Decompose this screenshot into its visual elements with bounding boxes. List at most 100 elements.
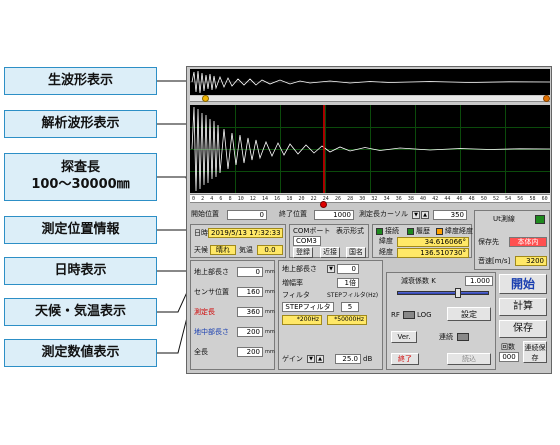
- attenuation-slider-track[interactable]: [397, 291, 489, 295]
- measurement-label: 全長: [194, 348, 208, 356]
- analysis-waveform-plot: [190, 105, 550, 193]
- ruler-tick: 46: [456, 195, 463, 202]
- high-freq-field[interactable]: *50000Hz: [327, 315, 367, 325]
- callout-raw-waveform: 生波形表示: [4, 67, 157, 95]
- ruler-tick: 4: [210, 195, 214, 202]
- latitude-label: 緯度: [379, 237, 393, 245]
- raw-ruler-right-marker[interactable]: [543, 95, 550, 102]
- ruler-tick: 28: [347, 195, 354, 202]
- ruler-tick: 10: [237, 195, 244, 202]
- version-button[interactable]: Ver.: [391, 331, 417, 343]
- datetime-label: 日時: [194, 229, 208, 237]
- sound-speed-field[interactable]: 3200: [515, 256, 547, 266]
- position-info-panel: 接続 履歴 緯度経度 緯度 34.616066° 経度 136.510730°: [372, 224, 473, 258]
- ruler-tick: 32: [371, 195, 378, 202]
- parameter-panel: 地上部長さ ▼ 0 増幅率 1倍 フィルタ STEPフィルタ(Hz) STEPフ…: [278, 260, 383, 370]
- measurement-row: 全長 200 mm: [193, 346, 275, 360]
- ruler-tick: 26: [334, 195, 341, 202]
- scale-ruler: 0 2 4 6 8 10 12 14 16 18 20 22 24 26 28 …: [190, 194, 550, 203]
- scale-ruler-cursor-marker[interactable]: [320, 201, 327, 208]
- cursor-length-field[interactable]: 350: [433, 210, 467, 220]
- save-destination-label: 保存先: [478, 238, 499, 246]
- filter-select[interactable]: STEPフィルタ: [282, 302, 334, 312]
- callout-exploration-length: 探査長 100～30000㎜: [4, 153, 157, 201]
- raw-waveform-trace: [190, 70, 550, 94]
- gain-db-down-button[interactable]: ▼: [307, 355, 315, 363]
- weather-field[interactable]: 晴れ: [210, 245, 236, 255]
- continuous-toggle[interactable]: [457, 333, 469, 341]
- setting-button[interactable]: 設定: [447, 307, 491, 321]
- ruler-tick: 60: [541, 195, 548, 202]
- gain-select[interactable]: 1倍: [337, 278, 359, 288]
- measurements-panel: 地上部長さ 0 mm センサ位置 160 mm 測定長 360 mm 地中部長さ…: [190, 260, 275, 370]
- save-button[interactable]: 保存: [499, 320, 547, 338]
- save-destination-field[interactable]: 本体内: [509, 237, 547, 247]
- cursor-increment-button[interactable]: ▲: [421, 211, 429, 219]
- cursor-decrement-button[interactable]: ▼: [412, 211, 420, 219]
- country-button[interactable]: 国名: [346, 247, 366, 258]
- callout-analysis-waveform-text: 解析波形表示: [41, 115, 120, 131]
- end-position-field[interactable]: 1000: [314, 210, 354, 220]
- ruler-tick: 0: [192, 195, 196, 202]
- step-value-field[interactable]: 5: [341, 302, 359, 312]
- measurement-row: 地上部長さ 0 mm: [193, 266, 275, 280]
- cursor-length-label: 測定長カーソル: [359, 210, 408, 218]
- gain-db-unit: dB: [363, 355, 373, 363]
- measurement-unit: mm: [265, 269, 275, 275]
- temperature-label: 気温: [239, 246, 253, 254]
- gain-label: 増幅率: [282, 279, 303, 287]
- ruler-tick: 36: [395, 195, 402, 202]
- history-lamp: [407, 228, 414, 235]
- ruler-tick: 12: [249, 195, 256, 202]
- callout-position-info-text: 測定位置情報: [41, 221, 120, 237]
- history-label: 履歴: [416, 227, 430, 235]
- ruler-tick: 40: [420, 195, 427, 202]
- sound-speed-label: 音速[m/s]: [478, 257, 511, 265]
- reading-button[interactable]: 読込: [447, 353, 491, 365]
- ruler-tick: 20: [298, 195, 305, 202]
- datetime-weather-panel: 日時 2019/5/13 17:32:33 天候 晴れ 気温 0.0: [190, 224, 286, 258]
- measurement-value: 200: [237, 327, 263, 337]
- ground-length-field[interactable]: 0: [337, 264, 359, 274]
- measurement-row: センサ位置 160 mm: [193, 286, 275, 300]
- start-position-field[interactable]: 0: [227, 210, 267, 220]
- ground-length-down-button[interactable]: ▼: [327, 265, 335, 273]
- gain-db-label: ゲイン: [282, 355, 303, 363]
- rf-label: RF: [391, 311, 400, 319]
- gain-db-field[interactable]: 25.0: [335, 354, 361, 364]
- raw-waveform-plot: [190, 69, 550, 95]
- ruler-tick: 2: [201, 195, 205, 202]
- attenuation-label: 減衰係数 K: [401, 277, 436, 285]
- attenuation-slider-thumb[interactable]: [455, 288, 461, 298]
- attenuation-field[interactable]: 1.000: [465, 276, 493, 286]
- raw-ruler: [190, 95, 550, 102]
- rf-log-toggle[interactable]: [403, 311, 415, 319]
- end-button[interactable]: 終了: [391, 353, 419, 365]
- temperature-field[interactable]: 0.0: [257, 245, 283, 255]
- ruler-tick: 56: [517, 195, 524, 202]
- datetime-field: 2019/5/13 17:32:33: [208, 228, 283, 238]
- callout-weather-temp-text: 天候・気温表示: [34, 303, 126, 319]
- low-freq-field[interactable]: *200Hz: [282, 315, 322, 325]
- ruler-tick: 38: [407, 195, 414, 202]
- ruler-tick: 42: [432, 195, 439, 202]
- com-port-select[interactable]: COM3: [293, 236, 321, 246]
- approach-button[interactable]: 近接: [320, 247, 340, 258]
- ut-label: Ut測線: [493, 215, 515, 223]
- ruler-tick: 8: [228, 195, 232, 202]
- continuous-save-button[interactable]: 連続保存: [523, 341, 547, 363]
- calculate-button[interactable]: 計算: [499, 298, 547, 316]
- measurement-value: 360: [237, 307, 263, 317]
- latlon-label: 緯度経度: [445, 227, 473, 235]
- end-position-label: 終了位置: [279, 210, 307, 218]
- com-port-panel: COMポート 表示形式 COM3 登録 近接 国名: [289, 224, 369, 258]
- register-button[interactable]: 登録: [293, 247, 313, 258]
- raw-ruler-left-marker[interactable]: [202, 95, 209, 102]
- ruler-tick: 22: [310, 195, 317, 202]
- measurement-unit: mm: [265, 329, 275, 335]
- continuous-label: 連続: [439, 333, 453, 341]
- start-button[interactable]: 開始: [499, 274, 547, 294]
- gain-db-up-button[interactable]: ▲: [316, 355, 324, 363]
- callout-exploration-length-range: 100～30000㎜: [31, 177, 130, 192]
- callout-datetime-text: 日時表示: [54, 262, 107, 278]
